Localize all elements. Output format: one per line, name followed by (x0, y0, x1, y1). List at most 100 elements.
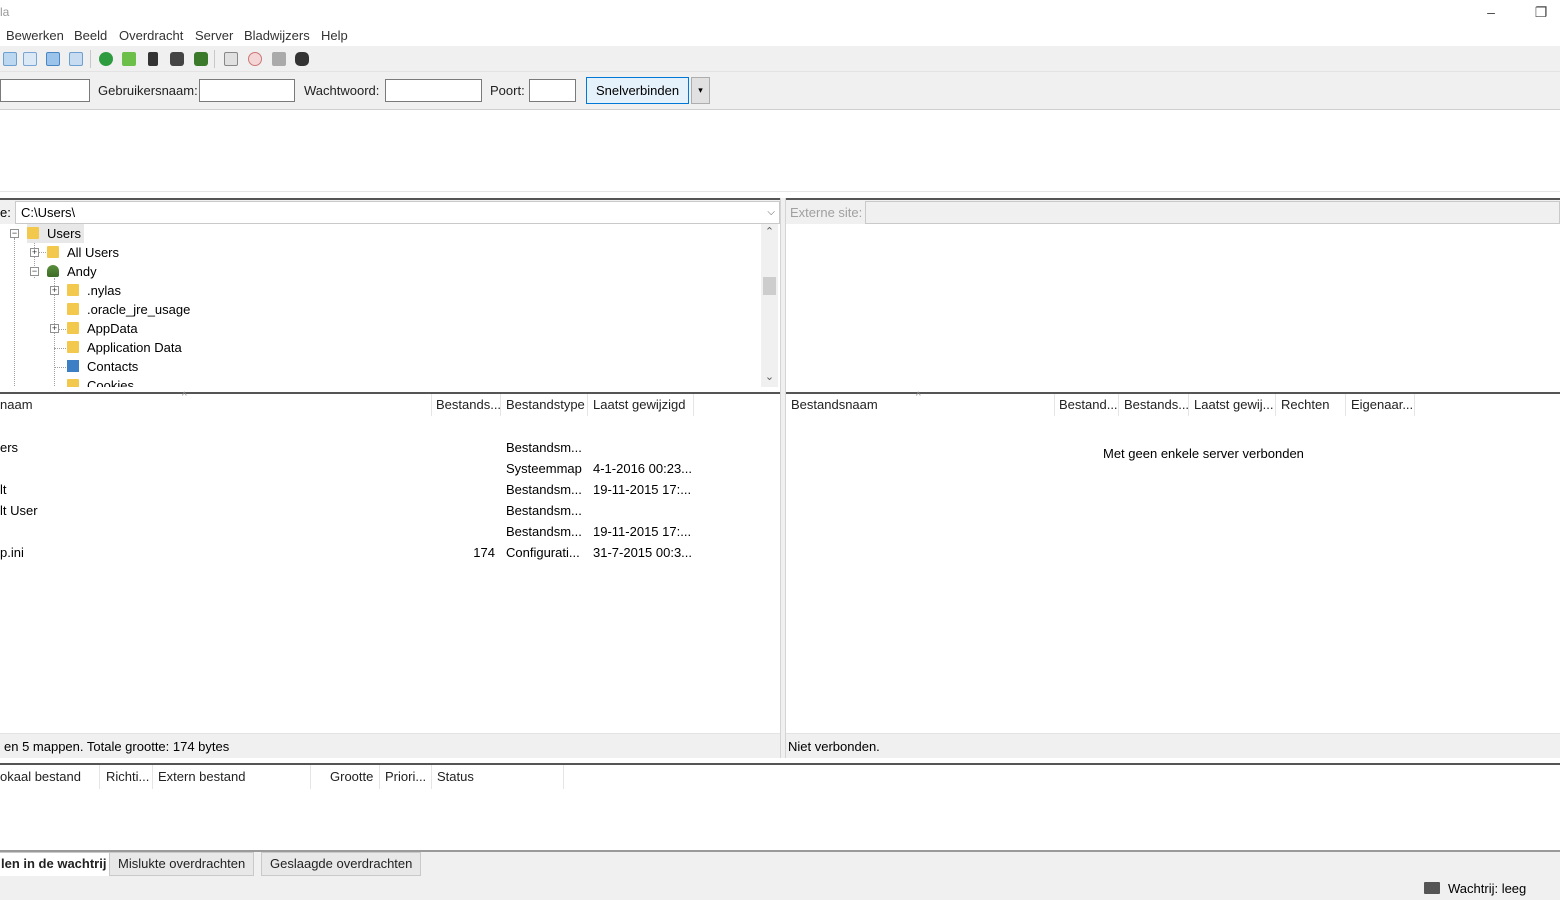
folder-icon (27, 227, 39, 239)
queue-icon (1424, 882, 1440, 894)
menu-overdracht[interactable]: Overdracht (119, 28, 183, 43)
table-row[interactable]: ers Bestandsm... (0, 437, 780, 458)
column-status[interactable]: Status (437, 769, 474, 784)
cancel-icon[interactable] (143, 50, 162, 68)
column-filename[interactable]: naam (0, 397, 33, 412)
window-title: la (0, 5, 10, 19)
remote-site-label: Externe site: (790, 205, 863, 220)
folder-icon (67, 379, 79, 387)
minimize-button[interactable]: – (1476, 2, 1506, 22)
refresh-icon[interactable] (96, 50, 115, 68)
tree-item-andy[interactable]: Andy (47, 262, 97, 281)
expand-icon[interactable]: + (30, 248, 39, 257)
column-size[interactable]: Grootte (330, 769, 373, 784)
password-label: Wachtwoord: (304, 83, 380, 98)
remote-file-list-header: ^ Bestandsnaam Bestand... Bestands... La… (786, 391, 1560, 418)
column-direction[interactable]: Richti... (106, 769, 149, 784)
column-filename[interactable]: Bestandsnaam (791, 397, 878, 412)
password-input[interactable] (385, 79, 482, 102)
tree-item-contacts[interactable]: Contacts (67, 357, 138, 376)
host-input[interactable] (0, 79, 90, 102)
folder-icon (67, 284, 79, 296)
table-row[interactable] (0, 416, 780, 437)
tree-scrollbar[interactable]: ⌃ ⌄ (761, 224, 778, 387)
menu-bar: Bewerken Beeld Overdracht Server Bladwij… (0, 26, 1560, 46)
collapse-icon[interactable]: − (30, 267, 39, 276)
toggle-remote-tree-icon[interactable] (66, 50, 85, 68)
toggle-local-tree-icon[interactable] (43, 50, 62, 68)
column-filesize[interactable]: Bestands... (436, 397, 501, 412)
process-queue-icon[interactable] (119, 50, 138, 68)
column-permissions[interactable]: Rechten (1281, 397, 1329, 412)
message-log (0, 110, 1560, 192)
folder-icon (67, 303, 79, 315)
table-row[interactable]: lt Bestandsm... 19-11-2015 17:... (0, 479, 780, 500)
toolbar (0, 46, 1560, 72)
table-row[interactable]: Systeemmap 4-1-2016 00:23... (0, 458, 780, 479)
user-folder-icon (47, 265, 59, 277)
status-bar: Wachtrij: leeg (0, 876, 1560, 900)
quickconnect-bar: Gebruikersnaam: Wachtwoord: Poort: Snelv… (0, 72, 1560, 110)
column-owner[interactable]: Eigenaar... (1351, 397, 1413, 412)
column-last-modified[interactable]: Laatst gewijzigd (593, 397, 686, 412)
column-last-modified[interactable]: Laatst gewij... (1194, 397, 1274, 412)
tab-failed-transfers[interactable]: Mislukte overdrachten (109, 852, 255, 876)
filter-icon[interactable] (245, 50, 264, 68)
username-input[interactable] (199, 79, 295, 102)
tree-item-users[interactable]: Users (27, 224, 84, 243)
toggle-log-icon[interactable] (20, 50, 39, 68)
table-row[interactable]: p.ini 174 Configurati... 31-7-2015 00:3.… (0, 542, 780, 563)
scroll-thumb[interactable] (763, 277, 776, 295)
table-row[interactable]: Bestandsm... 19-11-2015 17:... (0, 521, 780, 542)
tree-item-nylas[interactable]: .nylas (67, 281, 121, 300)
menu-server[interactable]: Server (195, 28, 233, 43)
menu-help[interactable]: Help (321, 28, 348, 43)
port-label: Poort: (490, 83, 525, 98)
column-remote-file[interactable]: Extern bestand (158, 769, 245, 784)
tree-item-all-users[interactable]: All Users (47, 243, 119, 262)
table-row[interactable]: lt User Bestandsm... (0, 500, 780, 521)
column-priority[interactable]: Priori... (385, 769, 426, 784)
collapse-icon[interactable]: − (10, 229, 19, 238)
remote-directory-tree (786, 224, 1560, 387)
tab-queued-files[interactable]: len in de wachtrij (0, 852, 116, 876)
local-site-label: e: (0, 205, 11, 220)
quickconnect-button[interactable]: Snelverbinden (586, 77, 689, 104)
tree-item-application-data[interactable]: Application Data (67, 338, 182, 357)
scroll-down-icon[interactable]: ⌄ (761, 369, 778, 386)
expand-icon[interactable]: + (50, 324, 59, 333)
column-local-file[interactable]: okaal bestand (0, 769, 81, 784)
tree-item-oracle-jre-usage[interactable]: .oracle_jre_usage (67, 300, 190, 319)
quickconnect-dropdown-button[interactable]: ▾ (691, 77, 710, 104)
site-manager-icon[interactable] (0, 50, 19, 68)
local-path-bar: e: C:\Users\ ⌵ (0, 198, 780, 224)
sort-ascending-icon: ^ (916, 391, 921, 402)
tree-item-appdata[interactable]: AppData (67, 319, 138, 338)
expand-icon[interactable]: + (50, 286, 59, 295)
remote-file-list: Met geen enkele server verbonden (786, 416, 1560, 733)
local-path-input[interactable]: C:\Users\ ⌵ (15, 201, 780, 224)
restore-button[interactable]: ❐ (1526, 2, 1556, 22)
local-status: en 5 mappen. Totale grootte: 174 bytes (0, 733, 780, 758)
menu-bewerken[interactable]: Bewerken (6, 28, 64, 43)
tree-item-cookies[interactable]: Cookies (67, 376, 134, 387)
sync-browse-icon[interactable] (269, 50, 288, 68)
local-file-list-header: ^ naam Bestands... Bestandstype Laatst g… (0, 391, 780, 418)
directory-compare-icon[interactable] (221, 50, 240, 68)
disconnect-icon[interactable] (167, 50, 186, 68)
menu-beeld[interactable]: Beeld (74, 28, 107, 43)
column-filetype[interactable]: Bestandstype (506, 397, 585, 412)
column-filetype[interactable]: Bestands... (1124, 397, 1189, 412)
not-connected-message: Met geen enkele server verbonden (1103, 446, 1304, 461)
local-directory-tree: − + − + + Users All Users Andy .nylas .o… (0, 224, 780, 387)
queue-status: Wachtrij: leeg (1448, 881, 1527, 896)
tab-successful-transfers[interactable]: Geslaagde overdrachten (261, 852, 422, 876)
search-icon[interactable] (292, 50, 311, 68)
chevron-down-icon[interactable]: ⌵ (767, 202, 775, 223)
reconnect-icon[interactable] (191, 50, 210, 68)
menu-bladwijzers[interactable]: Bladwijzers (244, 28, 310, 43)
remote-path-input[interactable] (865, 201, 1560, 224)
scroll-up-icon[interactable]: ⌃ (761, 224, 778, 241)
port-input[interactable] (529, 79, 576, 102)
column-filesize[interactable]: Bestand... (1059, 397, 1118, 412)
